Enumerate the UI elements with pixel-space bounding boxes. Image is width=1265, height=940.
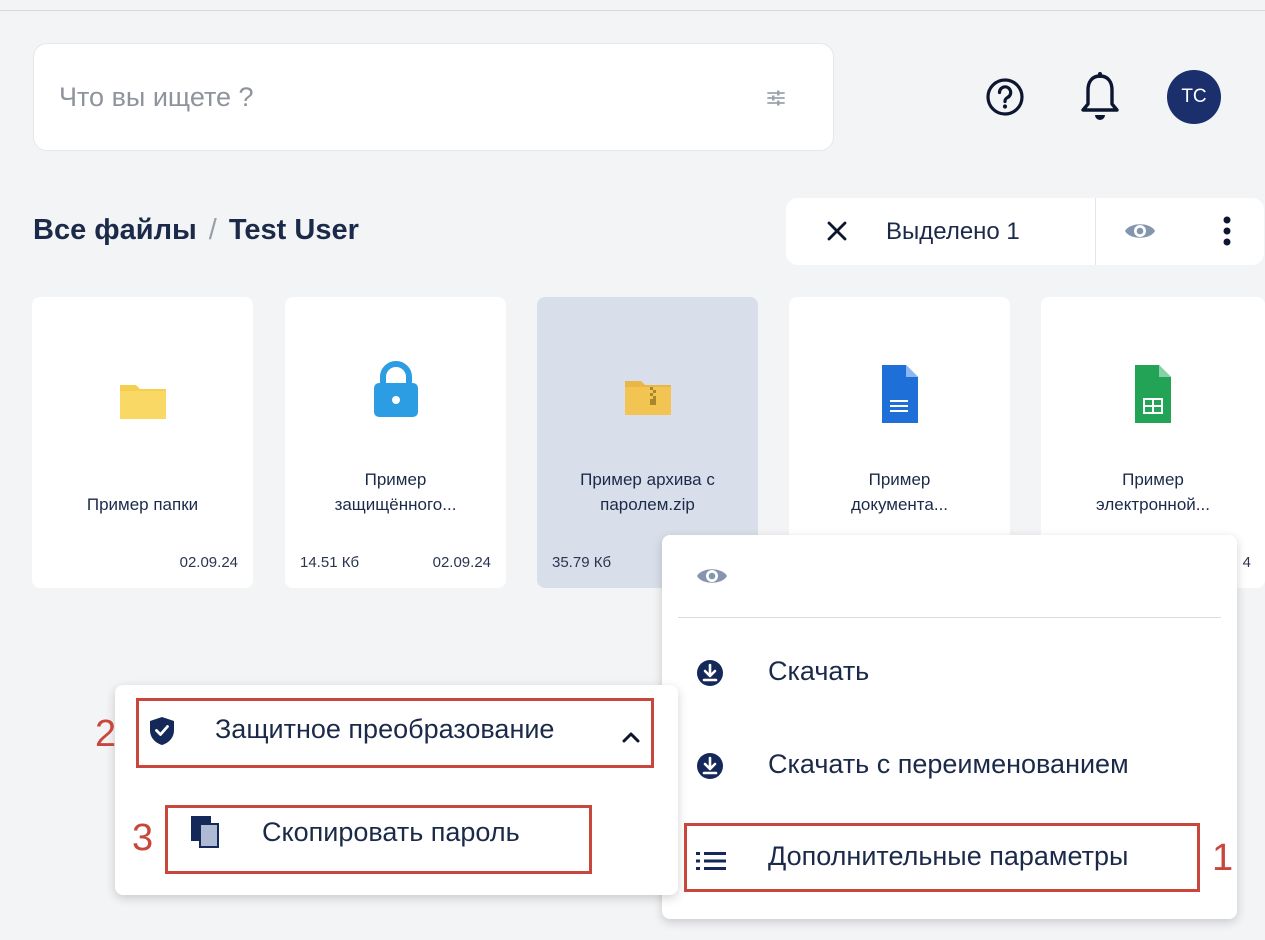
file-size: 35.79 Кб — [552, 554, 612, 571]
spreadsheet-icon — [1041, 365, 1265, 430]
file-name: Пример архива с паролем.zip — [580, 470, 715, 514]
breadcrumb: Все файлы / Test User — [33, 214, 359, 247]
bell-icon[interactable] — [1078, 70, 1122, 133]
lock-icon — [285, 361, 506, 424]
download-icon — [696, 659, 724, 694]
file-size: 14.51 Кб — [300, 554, 360, 571]
avatar[interactable]: TC — [1167, 70, 1221, 124]
zip-folder-icon — [537, 369, 758, 422]
highlight-box-1 — [684, 823, 1200, 892]
document-icon — [789, 365, 1010, 430]
eye-icon[interactable] — [696, 565, 728, 592]
annotation-number-1: 1 — [1212, 837, 1234, 879]
file-card-folder[interactable]: Пример папки 02.09.24 — [32, 297, 253, 588]
breadcrumb-current: Test User — [228, 214, 359, 246]
top-divider — [0, 10, 1265, 11]
selection-count: Выделено 1 — [886, 218, 1020, 245]
more-vertical-icon[interactable] — [1222, 215, 1232, 252]
breadcrumb-root[interactable]: Все файлы — [33, 214, 197, 246]
file-name: Пример защищённого... — [334, 470, 457, 514]
highlight-box-2 — [136, 698, 654, 768]
selection-toolbar: Выделено 1 — [786, 198, 1264, 265]
file-date: 4 — [1242, 554, 1251, 571]
toolbar-divider — [1095, 198, 1096, 265]
breadcrumb-separator: / — [208, 214, 217, 246]
file-date: 02.09.24 — [432, 554, 491, 571]
search-box[interactable]: Что вы ищете ? — [33, 43, 834, 151]
file-name: Пример документа... — [850, 470, 949, 514]
menu-item-label: Скачать — [768, 656, 870, 686]
file-card-protected[interactable]: Пример защищённого... 14.51 Кб 02.09.24 — [285, 297, 506, 588]
folder-icon — [32, 369, 253, 426]
file-name: Пример папки — [86, 495, 199, 514]
search-input[interactable]: Что вы ищете ? — [59, 82, 254, 113]
annotation-number-2: 2 — [95, 713, 117, 755]
help-circle-icon[interactable] — [985, 77, 1025, 122]
filter-sliders-icon[interactable] — [764, 86, 788, 115]
highlight-box-3 — [165, 805, 592, 874]
annotation-number-3: 3 — [132, 817, 154, 859]
download-icon — [696, 752, 724, 787]
file-name: Пример электронной... — [1096, 470, 1210, 514]
menu-divider — [678, 617, 1221, 618]
close-icon[interactable] — [826, 220, 848, 247]
menu-item-label: Скачать с переименованием — [768, 749, 1129, 779]
eye-icon[interactable] — [1124, 220, 1156, 247]
file-date: 02.09.24 — [179, 554, 238, 571]
